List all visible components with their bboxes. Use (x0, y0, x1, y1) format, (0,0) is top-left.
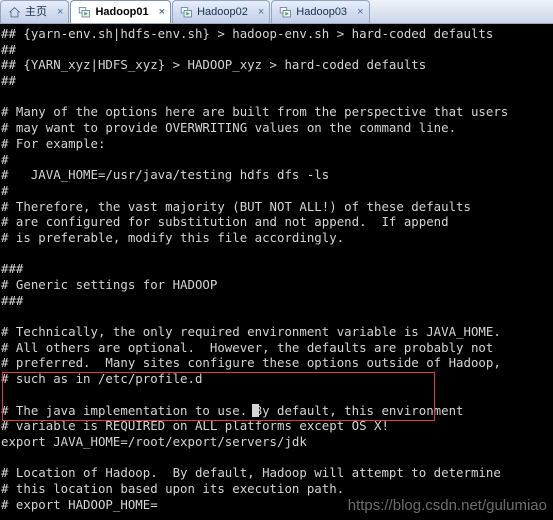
terminal-session-icon (78, 6, 91, 19)
tab-home[interactable]: 主页 × (0, 0, 70, 23)
terminal-line: # Technically, the only required environ… (1, 324, 501, 340)
terminal-line: # variable is REQUIRED on ALL platforms … (1, 418, 389, 434)
tab-label: Hadoop03 (296, 5, 348, 18)
tab-close-icon[interactable]: × (57, 6, 63, 18)
terminal-cursor (252, 404, 259, 417)
home-icon (8, 6, 21, 19)
terminal-line: ## (1, 41, 16, 57)
terminal-line: ### (1, 292, 24, 308)
tab-hadoop03[interactable]: Hadoop03 × (271, 0, 370, 23)
terminal-line: ## (1, 73, 16, 89)
terminal-line: export JAVA_HOME=/root/export/servers/jd… (1, 433, 307, 449)
tab-bar: 主页 × Hadoop01 × Hadoop02 × Hadoop03 × (0, 0, 553, 24)
terminal-line: # (1, 182, 9, 198)
terminal-line: # such as in /etc/profile.d (1, 371, 203, 387)
terminal-panel[interactable]: ## {yarn-env.sh|hdfs-env.sh} > hadoop-en… (0, 24, 553, 520)
tab-close-icon[interactable]: × (357, 6, 363, 18)
terminal-line: # this location based upon its execution… (1, 480, 345, 496)
terminal-line: # All others are optional. However, the … (1, 339, 494, 355)
terminal-line: # For example: (1, 135, 106, 151)
terminal-line: # is preferable, modify this file accord… (1, 229, 345, 245)
terminal-session-icon (279, 6, 292, 19)
tab-bar-empty-area (371, 0, 553, 23)
terminal-line: # may want to provide OVERWRITING values… (1, 120, 457, 136)
terminal-line: # Generic settings for HADOOP (1, 277, 218, 292)
terminal-line: ### (1, 261, 24, 277)
tab-hadoop01[interactable]: Hadoop01 × (70, 0, 172, 23)
terminal-line: # Many of the options here are built fro… (1, 104, 509, 120)
tab-close-icon[interactable]: × (159, 6, 165, 18)
tab-label: 主页 (25, 5, 47, 18)
terminal-line: # (1, 151, 9, 167)
terminal-line: ## {yarn-env.sh|hdfs-env.sh} > hadoop-en… (1, 26, 494, 41)
terminal-line: # Therefore, the vast majority (BUT NOT … (1, 198, 471, 214)
watermark-text: https://blog.csdn.net/gulumiao (347, 497, 547, 514)
tab-label: Hadoop02 (197, 5, 248, 18)
terminal-line: ## {YARN_xyz|HDFS_xyz} > HADOOP_xyz > ha… (1, 57, 427, 73)
tab-label: Hadoop01 (95, 5, 149, 18)
tab-close-icon[interactable]: × (258, 6, 264, 18)
terminal-line: # Location of Hadoop. By default, Hadoop… (1, 465, 501, 481)
terminal-text-area: ## {yarn-env.sh|hdfs-env.sh} > hadoop-en… (0, 24, 508, 520)
terminal-line: # preferred. Many sites configure these … (1, 355, 501, 371)
tab-hadoop02[interactable]: Hadoop02 × (172, 0, 271, 23)
terminal-session-icon (180, 6, 193, 19)
terminal-line: # are configured for substitution and no… (1, 214, 449, 230)
terminal-line: # JAVA_HOME=/usr/java/testing hdfs dfs -… (1, 167, 330, 183)
